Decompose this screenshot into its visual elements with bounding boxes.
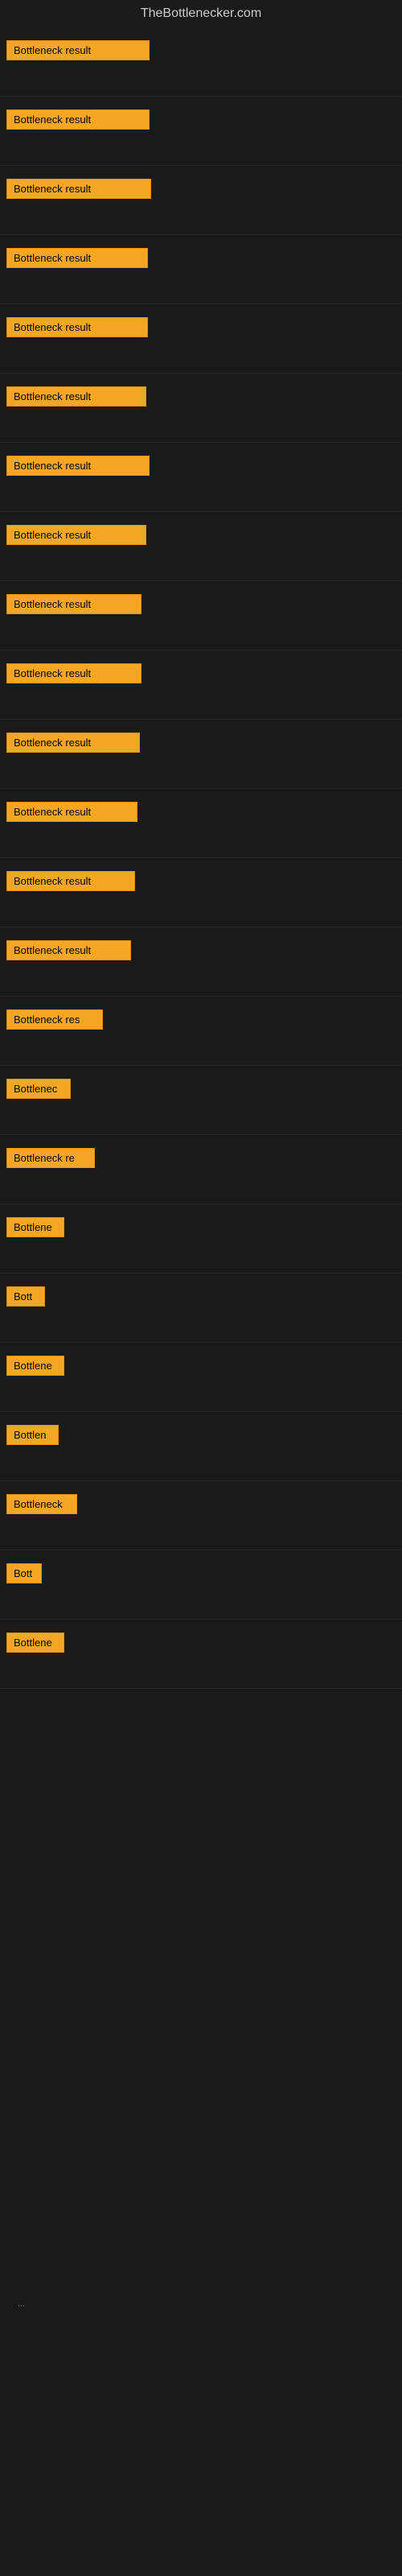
bottleneck-row-4: Bottleneck result xyxy=(0,235,402,304)
bottleneck-label-10: Bottleneck result xyxy=(6,663,142,683)
bottleneck-row-8: Bottleneck result xyxy=(0,512,402,581)
bottleneck-label-1: Bottleneck result xyxy=(6,40,150,60)
bottleneck-label-11: Bottleneck result xyxy=(6,733,140,753)
bottleneck-row-11: Bottleneck result xyxy=(0,720,402,789)
bottleneck-row-24: Bottlene xyxy=(0,1620,402,1689)
bottleneck-item-10[interactable]: Bottleneck result xyxy=(6,663,142,687)
bottleneck-label-23: Bott xyxy=(6,1563,42,1583)
bottleneck-item-1[interactable]: Bottleneck result xyxy=(6,40,150,64)
bottleneck-item-15[interactable]: Bottleneck res xyxy=(6,1009,103,1034)
bottleneck-row-19: Bott xyxy=(0,1274,402,1343)
bottleneck-row-15: Bottleneck res xyxy=(0,997,402,1066)
bottleneck-label-3: Bottleneck result xyxy=(6,179,151,199)
bottleneck-row-3: Bottleneck result xyxy=(0,166,402,235)
bottleneck-label-12: Bottleneck result xyxy=(6,802,137,822)
bottleneck-label-21: Bottlen xyxy=(6,1425,59,1445)
bottleneck-item-14[interactable]: Bottleneck result xyxy=(6,940,131,964)
bottleneck-row-16: Bottlenec xyxy=(0,1066,402,1135)
bottleneck-item-13[interactable]: Bottleneck result xyxy=(6,871,135,895)
bottleneck-item-12[interactable]: Bottleneck result xyxy=(6,802,137,826)
bottleneck-item-22[interactable]: Bottleneck xyxy=(6,1494,77,1518)
bottleneck-row-20: Bottlene xyxy=(0,1343,402,1412)
bottleneck-item-21[interactable]: Bottlen xyxy=(6,1425,59,1449)
bottleneck-label-24: Bottlene xyxy=(6,1633,64,1653)
ellipsis-text: ... xyxy=(13,2296,30,2312)
bottleneck-label-19: Bott xyxy=(6,1286,45,1307)
bottleneck-item-17[interactable]: Bottleneck re xyxy=(6,1148,95,1172)
bottleneck-label-22: Bottleneck xyxy=(6,1494,77,1514)
bottleneck-label-7: Bottleneck result xyxy=(6,456,150,476)
bottleneck-row-13: Bottleneck result xyxy=(0,858,402,927)
bottleneck-item-24[interactable]: Bottlene xyxy=(6,1633,64,1657)
bottleneck-item-9[interactable]: Bottleneck result xyxy=(6,594,142,618)
bottleneck-label-8: Bottleneck result xyxy=(6,525,146,545)
bottleneck-row-1: Bottleneck result xyxy=(0,27,402,97)
bottleneck-row-21: Bottlen xyxy=(0,1412,402,1481)
site-title-text: TheBottlenecker.com xyxy=(141,6,261,20)
bottleneck-item-19[interactable]: Bott xyxy=(6,1286,45,1311)
ellipsis-area: ... xyxy=(0,1689,402,2333)
bottleneck-label-15: Bottleneck res xyxy=(6,1009,103,1030)
bottleneck-label-13: Bottleneck result xyxy=(6,871,135,891)
bottleneck-label-2: Bottleneck result xyxy=(6,109,150,130)
bottleneck-label-6: Bottleneck result xyxy=(6,386,146,407)
bottleneck-item-20[interactable]: Bottlene xyxy=(6,1356,64,1380)
bottleneck-row-7: Bottleneck result xyxy=(0,443,402,512)
bottleneck-row-17: Bottleneck re xyxy=(0,1135,402,1204)
bottleneck-label-16: Bottlenec xyxy=(6,1079,71,1099)
bottleneck-item-23[interactable]: Bott xyxy=(6,1563,42,1587)
bottleneck-row-2: Bottleneck result xyxy=(0,97,402,166)
bottleneck-row-5: Bottleneck result xyxy=(0,304,402,374)
bottleneck-item-8[interactable]: Bottleneck result xyxy=(6,525,146,549)
bottleneck-item-6[interactable]: Bottleneck result xyxy=(6,386,146,411)
bottleneck-item-11[interactable]: Bottleneck result xyxy=(6,733,140,757)
bottleneck-item-16[interactable]: Bottlenec xyxy=(6,1079,71,1103)
bottleneck-row-6: Bottleneck result xyxy=(0,374,402,443)
bottleneck-row-22: Bottleneck xyxy=(0,1481,402,1550)
bottleneck-row-23: Bott xyxy=(0,1550,402,1620)
bottleneck-label-9: Bottleneck result xyxy=(6,594,142,614)
bottleneck-row-12: Bottleneck result xyxy=(0,789,402,858)
bottleneck-label-20: Bottlene xyxy=(6,1356,64,1376)
bottleneck-label-5: Bottleneck result xyxy=(6,317,148,337)
bottleneck-item-3[interactable]: Bottleneck result xyxy=(6,179,151,203)
bottleneck-row-14: Bottleneck result xyxy=(0,927,402,997)
bottleneck-row-10: Bottleneck result xyxy=(0,650,402,720)
bottleneck-row-9: Bottleneck result xyxy=(0,581,402,650)
bottleneck-item-5[interactable]: Bottleneck result xyxy=(6,317,148,341)
bottleneck-item-4[interactable]: Bottleneck result xyxy=(6,248,148,272)
bottleneck-label-18: Bottlene xyxy=(6,1217,64,1237)
bottleneck-label-4: Bottleneck result xyxy=(6,248,148,268)
bottleneck-item-2[interactable]: Bottleneck result xyxy=(6,109,150,134)
bottleneck-item-7[interactable]: Bottleneck result xyxy=(6,456,150,480)
bottleneck-item-18[interactable]: Bottlene xyxy=(6,1217,64,1241)
site-title: TheBottlenecker.com xyxy=(0,0,402,27)
bottleneck-row-18: Bottlene xyxy=(0,1204,402,1274)
bottleneck-label-14: Bottleneck result xyxy=(6,940,131,960)
bottleneck-label-17: Bottleneck re xyxy=(6,1148,95,1168)
